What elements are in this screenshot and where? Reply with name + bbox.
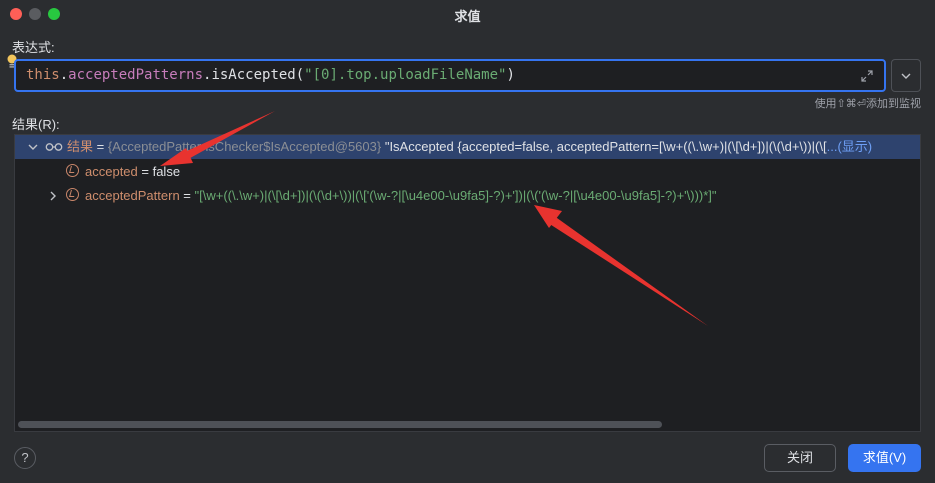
- expand-icon[interactable]: [860, 69, 874, 83]
- accepted-name: accepted: [85, 164, 138, 179]
- result-label: 结果(R):: [12, 117, 60, 132]
- accepted-pattern-eq: =: [179, 188, 195, 203]
- show-more-link[interactable]: ...(显示): [827, 139, 873, 154]
- accepted-eq: =: [137, 164, 153, 179]
- chevron-down-icon[interactable]: [28, 142, 38, 152]
- expr-string-arg: "[0].top.uploadFileName": [304, 67, 507, 83]
- field-icon: [66, 164, 79, 177]
- add-to-watch-hint: 使用⇧⌘⏎添加到监视: [814, 98, 921, 110]
- expression-text[interactable]: this.acceptedPatterns.isAccepted("[0].to…: [26, 67, 515, 83]
- help-button[interactable]: ?: [14, 447, 36, 469]
- tree-row-result[interactable]: 结果 = {AcceptedPatternsChecker$IsAccepted…: [15, 135, 920, 159]
- accepted-pattern-value: "[\w+((\.\w+)|(\[\d+])|(\(\d+\))|(\['(\w…: [194, 188, 717, 203]
- result-type: {AcceptedPatternsChecker$IsAccepted@5603…: [107, 139, 382, 154]
- chevron-down-icon: [901, 73, 911, 79]
- expression-input[interactable]: this.acceptedPatterns.isAccepted("[0].to…: [14, 59, 886, 92]
- chevron-right-icon[interactable]: [48, 191, 58, 201]
- expr-call: .isAccepted(: [203, 67, 305, 83]
- result-eq: =: [93, 139, 108, 154]
- window-title: 求值: [454, 9, 481, 24]
- result-name: 结果: [67, 139, 94, 154]
- expr-dot: .: [59, 67, 69, 83]
- field-icon: [66, 188, 79, 201]
- result-tree[interactable]: 结果 = {AcceptedPatternsChecker$IsAccepted…: [14, 134, 921, 432]
- horizontal-scrollbar[interactable]: [18, 421, 662, 428]
- accepted-pattern-name: acceptedPattern: [85, 188, 180, 203]
- watch-glasses-icon: [45, 143, 63, 151]
- history-dropdown-button[interactable]: [891, 59, 921, 92]
- expr-field: acceptedPatterns: [68, 67, 204, 83]
- result-value: "IsAccepted {accepted=false, acceptedPat…: [381, 139, 827, 154]
- evaluate-button[interactable]: 求值(V): [848, 444, 921, 472]
- accepted-value: false: [152, 164, 181, 179]
- expression-label: 表达式:: [12, 40, 55, 55]
- title-bar: 求值: [0, 0, 935, 28]
- close-button[interactable]: 关闭: [764, 444, 836, 472]
- expr-keyword: this: [26, 67, 60, 83]
- expr-close-paren: ): [506, 67, 515, 83]
